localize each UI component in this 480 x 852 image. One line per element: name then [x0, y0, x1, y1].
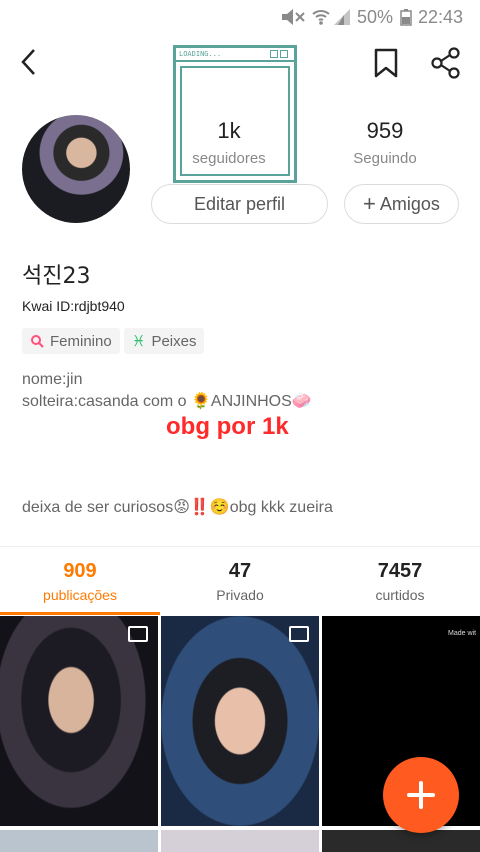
- add-friends-button[interactable]: + Amigos: [344, 184, 459, 224]
- post-thumbnail[interactable]: [0, 616, 158, 826]
- bookmark-button[interactable]: [370, 46, 402, 80]
- trending-icon: [128, 626, 148, 642]
- followers-label: seguidores: [192, 150, 266, 167]
- clock: 22:43: [418, 7, 464, 27]
- frame-close-icon: [280, 50, 288, 58]
- zodiac-label: Peixes: [151, 332, 197, 350]
- following-stat[interactable]: 959 Seguindo: [325, 118, 445, 167]
- bio-line-1: nome:jin: [22, 371, 83, 388]
- share-icon: [431, 47, 460, 79]
- private-label: Privado: [216, 587, 264, 603]
- post-thumbnail[interactable]: [322, 830, 480, 852]
- tab-publications[interactable]: 909 publicações: [0, 560, 160, 603]
- kwai-id: Kwai ID:rdjbt940: [22, 298, 125, 314]
- avatar[interactable]: [22, 115, 130, 223]
- battery-icon: [400, 9, 412, 26]
- edit-profile-button[interactable]: Editar perfil: [151, 184, 328, 224]
- private-count: 47: [228, 560, 252, 582]
- battery-percent: 50%: [357, 7, 394, 27]
- bio-line-2: solteira:casanda com o 🌻ANJINHOS🧼: [22, 393, 312, 410]
- friends-label: Amigos: [379, 193, 440, 214]
- pisces-icon: ♓: [132, 333, 146, 350]
- frame-minimize-icon: [270, 50, 278, 58]
- followers-count: 1k: [217, 118, 241, 143]
- bookmark-icon: [374, 48, 398, 78]
- edit-profile-label: Editar perfil: [193, 193, 286, 214]
- status-bar: 50% 22:43: [0, 0, 480, 34]
- liked-label: curtidos: [375, 587, 425, 603]
- liked-count: 7457: [377, 560, 423, 582]
- create-post-button[interactable]: [383, 757, 459, 833]
- following-label: Seguindo: [353, 150, 417, 167]
- post-thumbnail[interactable]: [161, 830, 319, 852]
- publications-label: publicações: [43, 587, 117, 603]
- tab-liked[interactable]: 7457 curtidos: [320, 560, 480, 603]
- wifi-icon: [312, 10, 330, 25]
- following-count: 959: [366, 118, 404, 143]
- gender-label: Feminino: [50, 332, 112, 350]
- profile-name: 석진23: [22, 264, 91, 289]
- back-button[interactable]: [14, 46, 46, 78]
- bio-highlight: obg por 1k: [166, 413, 289, 440]
- post-thumbnail[interactable]: [0, 830, 158, 852]
- female-icon: [31, 335, 44, 348]
- bio-line-3: deixa de ser curiosos😡‼️☺️obg kkk zueira: [22, 499, 333, 516]
- divider: [0, 546, 480, 547]
- share-button[interactable]: [430, 46, 462, 80]
- mute-icon: [282, 9, 305, 25]
- active-tab-indicator: [0, 612, 160, 615]
- watermark-text: Made wit: [448, 630, 477, 637]
- publications-count: 909: [63, 560, 97, 582]
- followers-stat[interactable]: 1k seguidores: [169, 118, 289, 167]
- signal-icon: [334, 9, 350, 25]
- tab-private[interactable]: 47 Privado: [160, 560, 320, 603]
- gender-tag: Feminino: [22, 328, 120, 354]
- post-thumbnail[interactable]: [161, 616, 319, 826]
- plus-icon: +: [363, 191, 376, 216]
- zodiac-tag: ♓ Peixes: [124, 328, 205, 354]
- chevron-left-icon: [21, 49, 35, 75]
- trending-icon: [289, 626, 309, 642]
- plus-icon: [407, 781, 435, 809]
